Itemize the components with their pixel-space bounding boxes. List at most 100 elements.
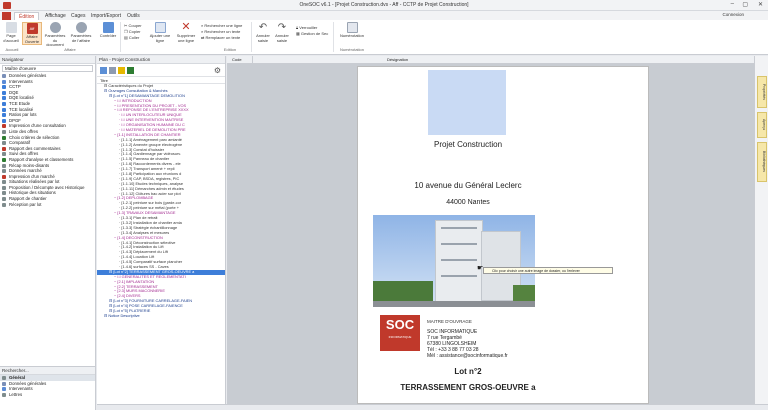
- navigator-item-label: CCTP: [9, 84, 21, 90]
- copy-button[interactable]: ❐ Copier: [124, 29, 141, 34]
- navigator-item-label: Impression d'un marché: [9, 173, 55, 179]
- plan-row-label: [1.3.1] Plan de retrait: [121, 216, 158, 221]
- affaire-settings-button[interactable]: Paramètres de l'affaire: [68, 22, 94, 43]
- add-chapter-icon[interactable]: [127, 67, 134, 74]
- plan-row-label: [1.3.4] Analyses et mesures: [121, 230, 170, 235]
- plan-row-label: I.I UNE INTERVENTION MAITRISE: [121, 118, 184, 123]
- navigator-item-label: Ratios par lots: [9, 112, 37, 118]
- balcony-line: [441, 243, 477, 245]
- section-manager-button[interactable]: ▦ Gestion de Sec: [296, 31, 328, 36]
- list-item[interactable]: Lettres: [0, 392, 95, 398]
- replace-text-button[interactable]: ⇄ Remplacer un texte: [201, 35, 240, 40]
- column-code[interactable]: Code: [232, 57, 242, 62]
- connexion-label[interactable]: Connexion: [722, 12, 744, 17]
- paste-button[interactable]: ▤ Coller: [124, 35, 139, 40]
- module-icon: [2, 152, 6, 157]
- tab-apercu[interactable]: Aperçu: [757, 112, 767, 138]
- tab-bibliotheques[interactable]: Bibliothèques: [757, 142, 767, 182]
- replace-icon: ⇄: [201, 35, 205, 40]
- tab-import-export[interactable]: Import/Export: [87, 12, 125, 20]
- document-settings-button[interactable]: Paramètres du document: [44, 22, 66, 48]
- plan-row-label: [1.4.2] Installation du Lift: [121, 245, 164, 250]
- project-address: 10 avenue du Général Leclerc: [414, 181, 522, 190]
- module-icon: [2, 74, 6, 78]
- navigator-item-label: DPGF: [9, 117, 21, 123]
- plan-row-label: [1.1.4] Gardiennage par vidéosurv.: [121, 152, 182, 157]
- navigator-item-label: Suivi des offres: [9, 151, 39, 157]
- redo-icon: ↷: [277, 22, 287, 33]
- paste-icon: ▤: [124, 35, 128, 40]
- plan-row-label: [2.3] MURS MACONNERIE: [117, 289, 165, 294]
- module-icon: [2, 118, 6, 123]
- navigator-item-label: Rapport des commentaires: [9, 145, 61, 151]
- tab-proprietes[interactable]: Propriétés: [757, 76, 767, 108]
- search-field[interactable]: Rechercher...: [0, 367, 95, 375]
- expand-icon[interactable]: [100, 67, 107, 74]
- project-city: 44000 Nantes: [446, 199, 490, 206]
- folder-icon[interactable]: [118, 67, 125, 74]
- module-icon: [2, 79, 6, 84]
- plan-row-label: I.I GENERALITES ET REGLEMENTATI: [117, 274, 186, 279]
- cut-button[interactable]: ✂ Couper: [124, 23, 142, 28]
- tab-edition[interactable]: Édition: [14, 12, 40, 20]
- delete-line-button[interactable]: ✕ Supprimer une ligne: [174, 22, 198, 43]
- minimize-icon[interactable]: –: [731, 1, 734, 7]
- home-page-button[interactable]: Page d'accueil: [2, 22, 20, 43]
- plan-row-label: Notice Descriptive: [108, 313, 140, 318]
- folder-icon: [2, 381, 6, 386]
- delete-icon: ✕: [181, 21, 191, 33]
- logo-subtext: INFORMATIQUE: [388, 335, 412, 339]
- search-text-button[interactable]: ⌕ Rechercher un texte: [201, 29, 240, 34]
- mo-label: MAITRE D'OUVRAGE: [427, 319, 472, 324]
- section-icon: ▦: [296, 31, 300, 36]
- column-designation[interactable]: Désignation: [387, 57, 408, 62]
- plan-row[interactable]: ⊟ Notice Descriptive: [97, 314, 225, 319]
- tab-affichage[interactable]: Affichage: [41, 12, 70, 20]
- maximize-icon[interactable]: ▢: [742, 1, 748, 8]
- navigator-item-label: Proposition / Décompte avec Historique: [9, 184, 85, 190]
- undo-button[interactable]: ↶ Annuler saisie: [254, 22, 272, 43]
- navigator-header: Navigateur: [0, 56, 95, 64]
- project-photo[interactable]: [373, 215, 535, 307]
- file-menu-icon[interactable]: [2, 12, 11, 20]
- navigator-item-label: Réception par lot: [9, 201, 42, 207]
- plan-row-label: [1.3] TRAVAUX DESAMIANTAGE: [117, 211, 176, 216]
- balcony-line: [441, 227, 477, 229]
- add-line-button[interactable]: Ajouter une ligne: [149, 22, 171, 43]
- group-numerotation-label: Numérotation: [339, 47, 364, 52]
- plan-row-label: [1.1.6] Raccordements divers - ele: [121, 162, 181, 167]
- gear-icon[interactable]: ⚙: [214, 66, 221, 75]
- plan-row-label: [Lot n°1] DESAMIANTAGE DEMOLITION: [113, 93, 185, 98]
- role-select[interactable]: Maître d'oeuvre: [2, 65, 93, 72]
- navigator-item-label: Intervenants: [9, 78, 33, 84]
- right-side-strip: Propriétés Aperçu Bibliothèques: [754, 56, 768, 404]
- module-icon: [2, 107, 6, 112]
- module-icon: [2, 141, 6, 146]
- module-icon: [2, 85, 6, 90]
- module-icon: [2, 157, 6, 162]
- check-button[interactable]: Contrôler: [98, 22, 118, 39]
- plan-row-label: [1.4.1] Déconstruction sélective: [121, 240, 176, 245]
- redo-button[interactable]: ↷ Annuler saisie: [273, 22, 291, 43]
- chevron-down-icon: [2, 376, 6, 380]
- numbering-button[interactable]: Numérotation: [337, 22, 367, 39]
- module-icon: [2, 96, 6, 101]
- navigator-item[interactable]: Réception par lot: [0, 202, 95, 208]
- collapse-icon[interactable]: [109, 67, 116, 74]
- search-line-button[interactable]: ⌕ Rechercher une ligne: [201, 23, 242, 28]
- close-icon[interactable]: ✕: [758, 1, 763, 8]
- window-title: OneSOC v6.1 - [Projet Construction.dvs -…: [299, 2, 469, 8]
- plan-row-label: [1.3.2] Installation de chantier amia: [121, 220, 182, 225]
- lot-number: Lot n°2: [454, 367, 482, 376]
- open-affaire-button[interactable]: Aff Affaire Ouverte: [22, 22, 42, 45]
- plan-row-label: [1.3.3] Stratégie échantillonnage: [121, 225, 178, 230]
- module-icon: [2, 180, 6, 185]
- plan-row-label: Ouvrages Consultation & Marchés: [108, 88, 168, 93]
- folder-image-placeholder[interactable]: [428, 70, 506, 135]
- tab-outils[interactable]: Outils: [123, 12, 144, 20]
- group-accueil-label: Accueil: [5, 47, 19, 52]
- navigator-item-label: Comparatif: [9, 140, 31, 146]
- plan-row-label: [1.1.1] Aménagement parc amianté: [121, 137, 182, 142]
- image-tooltip: Clic pour choisir une autre image de dos…: [483, 267, 613, 274]
- lock-button[interactable]: 🔒︎ Verrouiller: [296, 25, 317, 30]
